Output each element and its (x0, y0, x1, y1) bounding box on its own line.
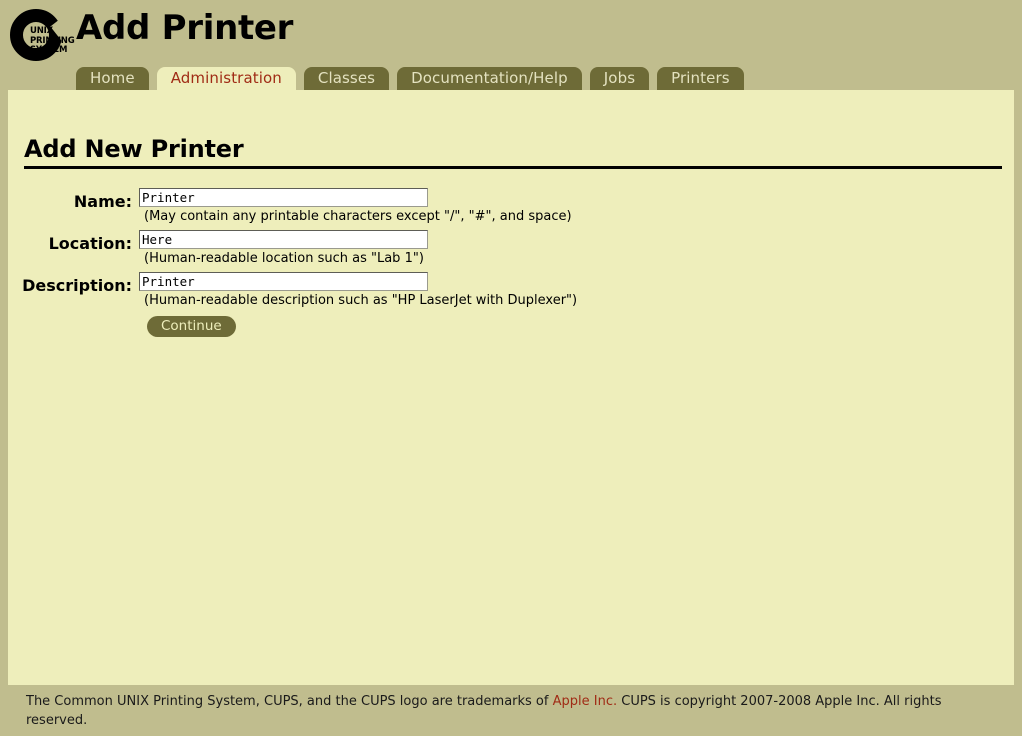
submit-row: Continue (8, 313, 1014, 343)
name-hint: (May contain any printable characters ex… (144, 209, 572, 224)
field-row-name: Name: (May contain any printable charact… (8, 187, 1014, 229)
printer-name-input[interactable] (139, 188, 428, 207)
description-label: Description: (22, 276, 132, 295)
footer-text: The Common UNIX Printing System, CUPS, a… (26, 692, 976, 730)
tab-administration[interactable]: Administration (156, 67, 296, 91)
section-title: Add New Printer (24, 135, 244, 163)
tab-classes[interactable]: Classes (303, 67, 390, 91)
page-header: UNIX PRINTING SYSTEM Add Printer Home Ad… (0, 0, 1022, 91)
printer-description-input[interactable] (139, 272, 428, 291)
description-hint: (Human-readable description such as "HP … (144, 293, 578, 308)
page-title: Add Printer (76, 8, 294, 48)
content-panel: Add New Printer Name: (May contain any p… (8, 90, 1014, 685)
continue-button[interactable]: Continue (147, 316, 236, 337)
section-title-rule (24, 166, 1002, 169)
name-label: Name: (73, 192, 132, 211)
logo-text: UNIX PRINTING SYSTEM (30, 26, 78, 56)
add-printer-form: Name: (May contain any printable charact… (8, 187, 1014, 343)
field-row-description: Description: (Human-readable description… (8, 271, 1014, 313)
location-hint: (Human-readable location such as "Lab 1"… (144, 251, 424, 266)
cups-logo-icon: UNIX PRINTING SYSTEM (10, 9, 82, 75)
tab-home[interactable]: Home (76, 67, 149, 91)
logo-text-line3: SYSTEM (30, 45, 68, 55)
apple-inc-link[interactable]: Apple Inc. (553, 694, 618, 709)
tab-documentation-help[interactable]: Documentation/Help (397, 67, 582, 91)
page-footer: The Common UNIX Printing System, CUPS, a… (0, 685, 1022, 736)
printer-location-input[interactable] (139, 230, 428, 249)
tab-printers[interactable]: Printers (657, 67, 744, 91)
field-row-location: Location: (Human-readable location such … (8, 229, 1014, 271)
footer-text-before: The Common UNIX Printing System, CUPS, a… (26, 694, 553, 709)
main-navigation-tabs: Home Administration Classes Documentatio… (76, 67, 744, 91)
tab-jobs[interactable]: Jobs (589, 67, 650, 91)
location-label: Location: (48, 234, 132, 253)
